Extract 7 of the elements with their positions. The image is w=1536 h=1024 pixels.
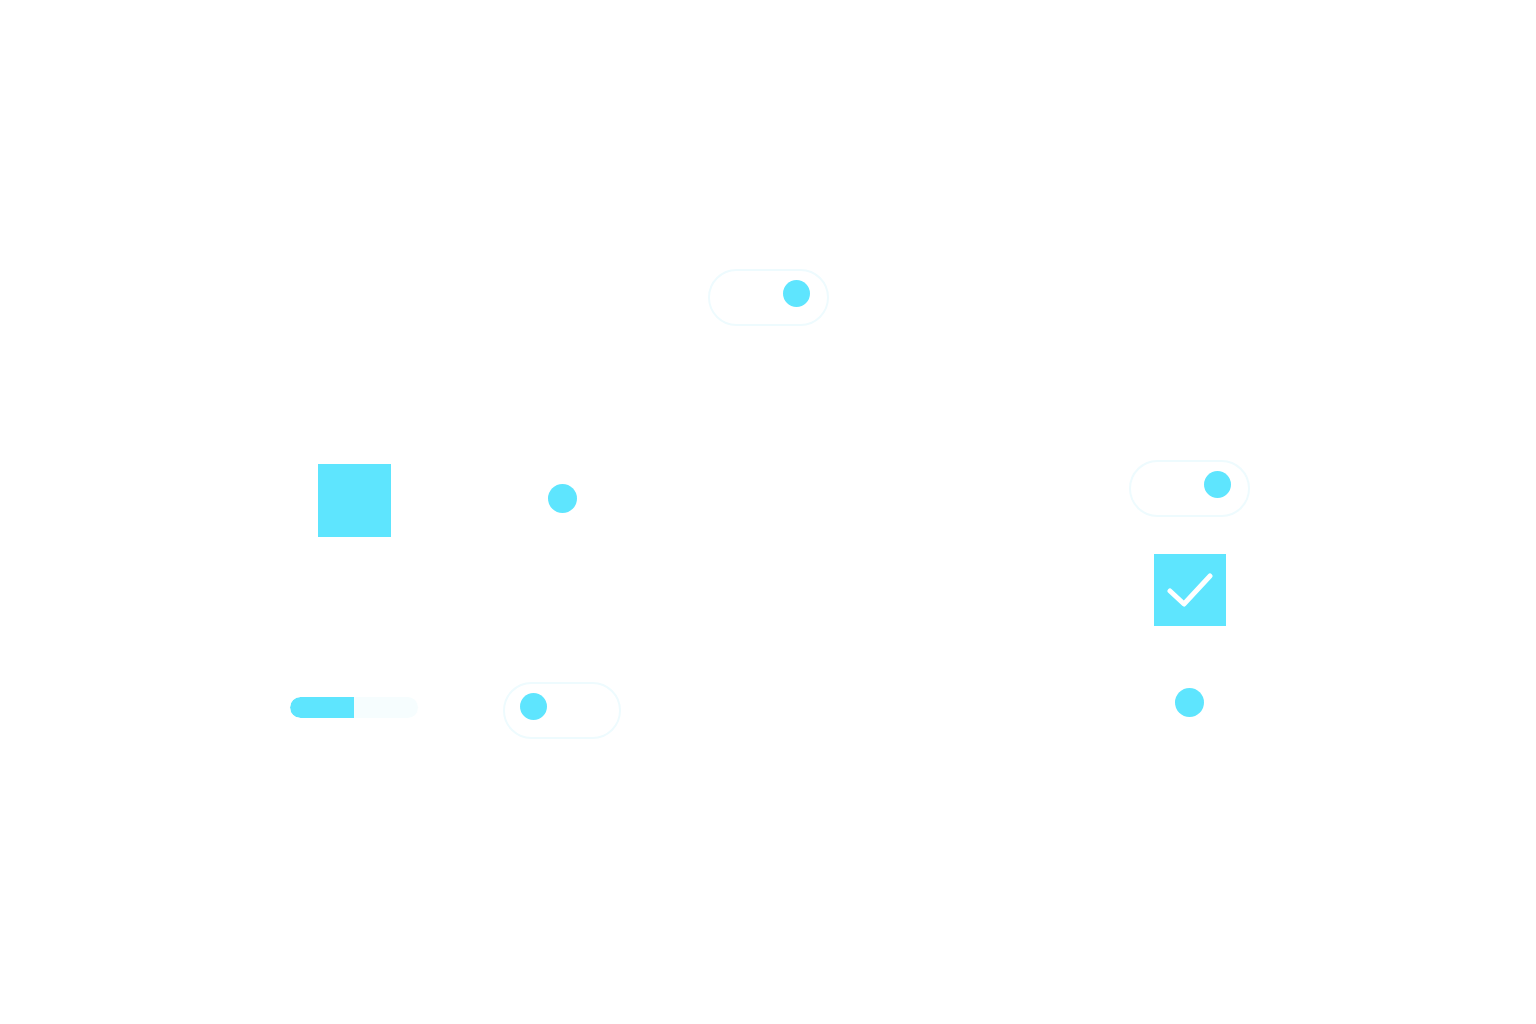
checkbox[interactable] — [1153, 554, 1226, 626]
square-icon — [317, 464, 391, 537]
radio-button[interactable] — [1175, 688, 1204, 717]
radio-button[interactable] — [547, 484, 577, 513]
toggle-switch[interactable] — [1129, 460, 1250, 517]
toggle-switch[interactable] — [503, 682, 621, 739]
check-icon — [1166, 573, 1213, 607]
